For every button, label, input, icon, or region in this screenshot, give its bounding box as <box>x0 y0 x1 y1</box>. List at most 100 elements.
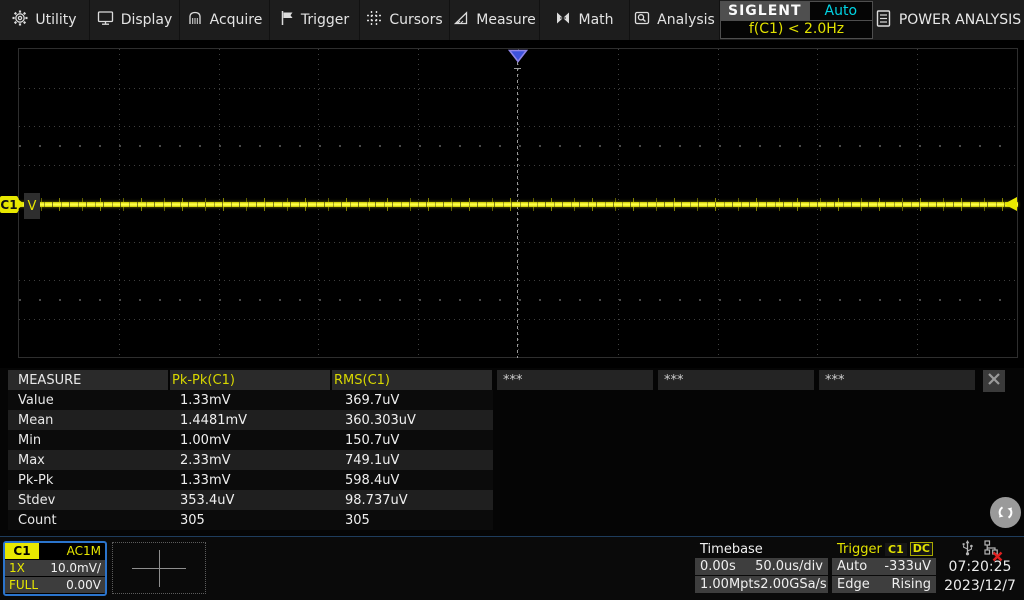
menu-item-analysis[interactable]: Analysis <box>630 0 720 40</box>
measure-pkpk-value: 2.33mV <box>178 453 342 468</box>
power-analysis-button[interactable]: POWER ANALYSIS <box>873 0 1024 40</box>
menu-item-label: Utility <box>35 12 76 28</box>
acquisition-status-badge: Auto <box>810 2 872 20</box>
menu-item-display[interactable]: Display <box>90 0 180 40</box>
channel1-trace <box>18 202 1018 207</box>
menu-item-measure[interactable]: Measure <box>450 0 540 40</box>
menu-bar: Utility Display Acquire Trigger Cursors Measu… <box>0 0 1024 42</box>
menu-item-utility[interactable]: Utility <box>0 0 90 40</box>
timebase-sample-rate: 2.00GSa/s <box>760 577 826 592</box>
trigger-type: Edge <box>837 577 870 592</box>
trigger-frequency-readout: f(C1) < 2.0Hz <box>721 21 872 39</box>
menu-item-label: Trigger <box>301 12 349 28</box>
timebase-box[interactable]: Timebase 0.00s 50.0us/div 1.00Mpts 2.00G… <box>695 541 828 594</box>
channel1-offset-label: C1 <box>0 198 17 212</box>
measure-row-label: Value <box>8 393 178 408</box>
brand-top-row: SIGLENT Auto <box>721 2 872 21</box>
menu-item-label: Acquire <box>210 12 263 28</box>
menu-item-acquire[interactable]: Acquire <box>180 0 270 40</box>
waveform-display[interactable]: C1 V <box>0 42 1024 368</box>
measure-row-label: Min <box>8 433 178 448</box>
measure-row-label: Pk-Pk <box>8 473 178 488</box>
menu-item-trigger[interactable]: Trigger <box>270 0 360 40</box>
trigger-level: -333uV <box>884 559 931 574</box>
lan-disconnected-icon[interactable] <box>984 540 999 559</box>
measure-column-empty[interactable]: *** <box>497 370 653 390</box>
trigger-box[interactable]: Trigger C1 DC Auto -333uV Edge Rising <box>832 541 936 594</box>
auto-refresh-icon[interactable] <box>990 497 1021 528</box>
trigger-mode: Auto <box>837 559 867 574</box>
trigger-title: Trigger <box>837 542 882 557</box>
channel1-offset-marker[interactable]: C1 <box>0 196 18 213</box>
channel1-probe: 1X <box>9 561 25 575</box>
channel1-offset-value: 0.00V <box>66 578 101 592</box>
menu-item-math[interactable]: Math <box>540 0 630 40</box>
measure-rms-value: 98.737uV <box>342 493 493 508</box>
measure-rms-value: 150.7uV <box>342 433 493 448</box>
measure-column-empty[interactable]: *** <box>819 370 975 390</box>
measure-row-min: Min1.00mV150.7uV <box>8 430 493 450</box>
measure-pkpk-value: 353.4uV <box>178 493 342 508</box>
grid-minor-tick-row <box>19 299 1017 301</box>
siglent-logo: SIGLENT <box>721 2 810 20</box>
grid-line-horizontal <box>19 242 1017 243</box>
measure-row-label: Stdev <box>8 493 178 508</box>
measure-icon <box>453 10 469 30</box>
trigger-position-marker[interactable] <box>508 49 528 63</box>
measure-pkpk-value: 1.00mV <box>178 433 342 448</box>
measure-row-mean: Mean1.4481mV360.303uV <box>8 410 493 430</box>
plus-icon-vertical <box>159 550 160 587</box>
measure-row-value: Value1.33mV369.7uV <box>8 390 493 410</box>
trigger-coupling-chip: DC <box>910 542 933 556</box>
bottom-bar: C1 AC1M 1X 10.0mV/ FULL 0.00V Timebase 0… <box>0 537 1024 600</box>
trigger-level-marker[interactable] <box>1004 197 1017 211</box>
grid-line-horizontal <box>19 280 1017 281</box>
display-icon <box>97 10 114 30</box>
measure-pkpk-value: 1.4481mV <box>178 413 342 428</box>
gear-icon <box>12 10 28 30</box>
lan-error-x <box>992 551 1003 562</box>
measure-row-label: Max <box>8 453 178 468</box>
clock-date: 2023/12/7 <box>938 577 1022 596</box>
measure-header-row: MEASURE Pk-Pk(C1) RMS(C1) ********* <box>8 370 975 390</box>
menu-item-label: Display <box>121 12 173 28</box>
clock-time: 07:20:25 <box>938 558 1022 577</box>
measure-column-rms[interactable]: RMS(C1) <box>332 370 492 390</box>
close-icon <box>987 372 1001 390</box>
measure-column-empty[interactable]: *** <box>658 370 814 390</box>
power-analysis-label: POWER ANALYSIS <box>899 12 1021 28</box>
channel1-scale: 10.0mV/ <box>50 561 101 575</box>
menu-item-label: Measure <box>476 12 536 28</box>
math-icon <box>555 11 571 29</box>
cursors-icon <box>366 10 382 30</box>
menu-item-label: Math <box>578 12 613 28</box>
measure-row-pk-pk: Pk-Pk1.33mV598.4uV <box>8 470 493 490</box>
grid-line-horizontal <box>19 88 1017 89</box>
trigger-slope: Rising <box>891 577 931 592</box>
flag-icon <box>280 10 294 30</box>
menu-item-label: Analysis <box>657 12 715 28</box>
channel1-descriptor-box[interactable]: C1 AC1M 1X 10.0mV/ FULL 0.00V <box>3 541 107 596</box>
menu-item-cursors[interactable]: Cursors <box>360 0 450 40</box>
add-trace-slot[interactable] <box>112 542 206 594</box>
grid-line-horizontal <box>19 165 1017 166</box>
measure-pkpk-value: 305 <box>178 513 342 528</box>
channel1-name-chip: C1 <box>5 543 39 559</box>
usb-icon[interactable] <box>961 540 974 560</box>
timebase-scale: 50.0us/div <box>755 559 823 574</box>
timebase-title: Timebase <box>695 541 828 557</box>
measure-rms-value: 369.7uV <box>342 393 493 408</box>
measure-panel: MEASURE Pk-Pk(C1) RMS(C1) ********* Valu… <box>0 368 1024 536</box>
trigger-source-chip: C1 <box>885 543 907 556</box>
measure-row-label: Mean <box>8 413 178 428</box>
measure-row-count: Count305305 <box>8 510 493 530</box>
measure-rows: Value1.33mV369.7uVMean1.4481mV360.303uVM… <box>8 390 493 530</box>
close-measure-button[interactable] <box>983 370 1005 392</box>
channel1-bandwidth: FULL <box>9 578 38 592</box>
brand-block: SIGLENT Auto f(C1) < 2.0Hz <box>720 1 873 39</box>
measure-column-pkpk[interactable]: Pk-Pk(C1) <box>170 370 330 390</box>
timebase-memory-depth: 1.00Mpts <box>700 577 760 592</box>
trigger-position-tick <box>514 68 521 69</box>
menu-item-label: Cursors <box>389 12 442 28</box>
acquire-icon <box>187 10 203 30</box>
